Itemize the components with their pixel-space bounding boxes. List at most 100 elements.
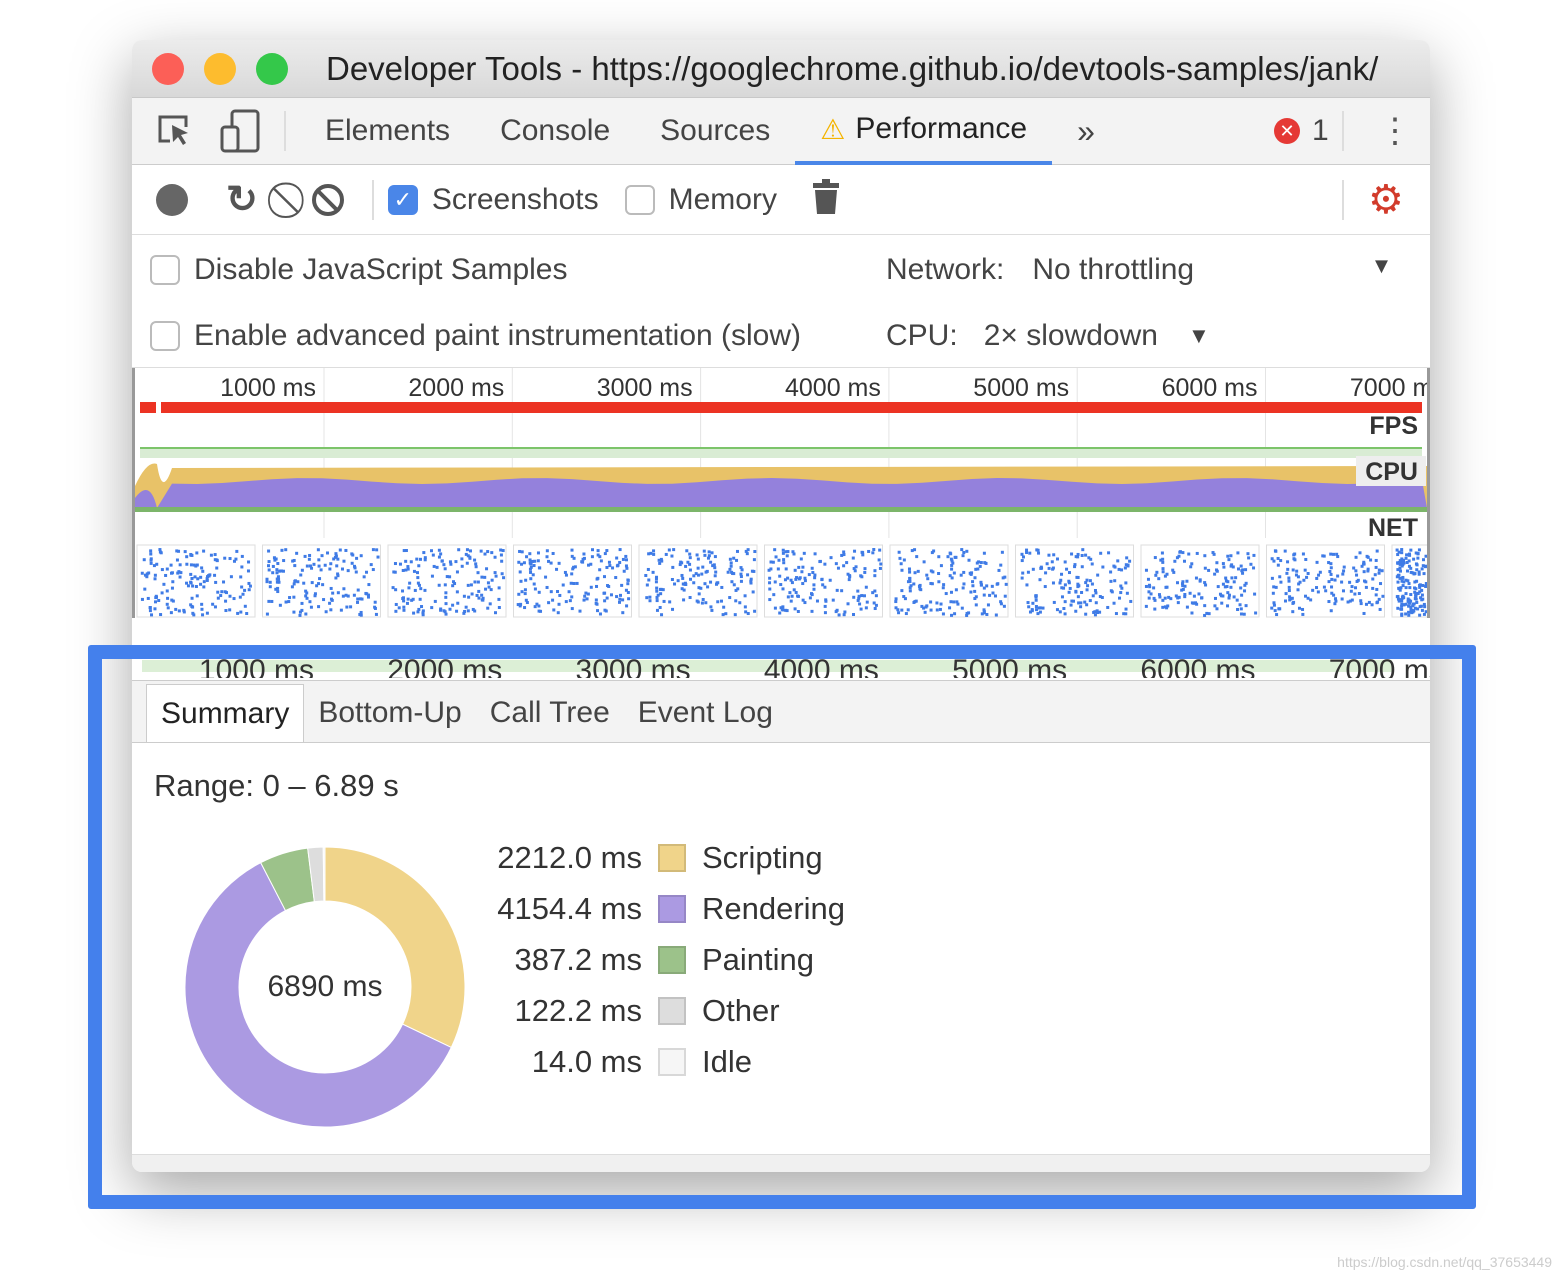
timeline-overview[interactable]: 1000 ms1000 ms2000 ms2000 ms3000 ms3000 … [132,368,1430,678]
screenshot-dot [1215,607,1219,611]
screenshot-dot [873,569,877,573]
screenshot-dot [798,576,802,580]
clear-recording-icon[interactable] [311,183,344,216]
network-throttling-select[interactable]: No throttling ▼ [1032,253,1392,287]
close-window-button[interactable] [152,52,184,85]
screenshot-dot [149,557,153,561]
screenshot-dot [851,556,855,560]
screenshot-dot [238,595,242,599]
screenshot-dot [1411,571,1415,575]
screenshot-dot [1291,610,1295,614]
screenshot-dot [1122,612,1126,616]
screenshot-dot [1235,598,1239,602]
tab-elements[interactable]: Elements [300,98,475,165]
screenshot-dot [236,611,240,615]
screenshot-dot [780,607,784,611]
screenshot-dot [143,587,147,591]
settings-gear-icon[interactable]: ⚙ [1368,177,1404,223]
screenshot-dot [320,554,324,558]
screenshot-dot [1181,587,1185,591]
more-options-icon[interactable]: ⋮ [1378,111,1412,151]
inspect-element-icon[interactable] [156,111,196,151]
screenshot-dot [1099,551,1103,555]
title-bar: Developer Tools - https://googlechrome.g… [132,40,1430,98]
screenshot-dot [292,610,296,614]
screenshot-dot [483,552,487,556]
screenshot-dot [1112,564,1116,568]
screenshot-dot [169,563,173,567]
screenshot-dot [1129,599,1133,603]
screenshot-dot [1035,548,1039,552]
disable-js-samples-checkbox[interactable] [150,255,180,285]
screenshot-dot [1126,564,1130,568]
screenshot-dot [371,548,375,552]
screenshot-dot [1085,588,1089,592]
screenshot-dot [493,571,497,575]
maximize-window-button[interactable] [256,52,288,85]
screenshot-dot [1230,576,1234,580]
garbage-collect-icon[interactable] [812,179,839,220]
screenshot-dot [493,555,497,559]
screenshot-dot [598,612,602,616]
device-toolbar-icon[interactable] [220,109,260,153]
screenshot-dot [216,590,220,594]
screenshot-dot [1301,552,1305,556]
paint-instrumentation-checkbox[interactable] [150,321,180,351]
record-button[interactable] [156,183,188,216]
screenshot-dot [660,613,664,617]
screenshot-dot [1407,613,1411,617]
screenshot-dot [853,549,857,553]
tab-console[interactable]: Console [475,98,635,165]
screenshot-dot [1025,583,1029,587]
tab-sources[interactable]: Sources [635,98,795,165]
screenshot-dot [965,549,969,553]
screenshot-dot [768,576,772,580]
screenshot-dot [835,608,839,612]
minimize-window-button[interactable] [204,52,236,85]
screenshot-dot [1379,582,1383,586]
screenshot-dot [709,605,713,609]
screenshot-dot [1318,570,1322,574]
screenshot-dot [140,571,144,575]
memory-checkbox[interactable] [624,184,655,215]
screenshot-dot [1363,579,1367,583]
screenshot-dot [1362,611,1366,615]
screenshot-dot [950,567,954,571]
screenshot-dot [688,595,692,599]
screenshot-dot [831,598,835,602]
screenshot-dot [784,567,788,571]
screenshot-dot [284,548,288,552]
screenshot-dot [213,605,217,609]
screenshot-dot [1357,592,1361,596]
screenshot-dot [1306,596,1310,600]
error-counter[interactable]: ✕ 1 [1274,114,1329,148]
reload-icon[interactable]: ↻ [226,177,258,222]
screenshot-dot [304,612,308,616]
screenshot-dot [220,590,224,594]
screenshot-dot [700,601,704,605]
screenshot-dot [537,566,541,570]
screenshot-dot [941,612,945,616]
screenshot-dot [448,560,452,564]
screenshot-dot [475,593,479,597]
screenshot-dot [300,608,304,612]
screenshot-dot [401,597,405,601]
screenshots-checkbox[interactable]: ✓ [387,184,418,215]
screenshot-dot [618,561,622,565]
screenshot-dot [1060,595,1064,599]
screenshot-dot [307,557,311,561]
screenshot-dot [564,600,568,604]
screenshot-dot [728,567,732,571]
screenshot-dot [595,584,599,588]
screenshot-dot [1106,605,1110,609]
more-tabs-button[interactable]: » [1052,98,1120,165]
screenshot-dot [954,555,958,559]
cpu-label: CPU [1365,458,1418,486]
tab-performance[interactable]: ⚠ Performance [795,98,1053,165]
screenshot-dot [1063,583,1067,587]
cpu-throttling-select[interactable]: 2× slowdown ▼ [984,319,1210,353]
screenshot-dot [899,562,903,566]
screenshot-dot [949,600,953,604]
screenshot-dot [728,557,732,561]
screenshot-dot [1329,552,1333,556]
